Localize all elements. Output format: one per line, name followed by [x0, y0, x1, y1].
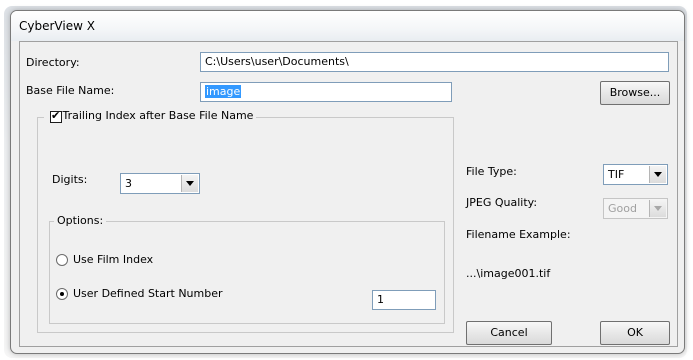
file-type-label: File Type: [466, 165, 517, 178]
filename-example-value: ...\image001.tif [466, 267, 551, 280]
chevron-down-icon[interactable] [649, 166, 666, 183]
trailing-index-label: Trailing Index after Base File Name [62, 109, 254, 122]
base-file-name-label: Base File Name: [26, 84, 115, 97]
cancel-button[interactable]: Cancel [466, 321, 552, 345]
filename-example-label: Filename Example: [466, 228, 571, 241]
directory-value: C:\Users\user\Documents\ [205, 55, 349, 68]
dialog-window: CyberView X Directory: C:\Users\user\Doc… [10, 10, 685, 354]
jpeg-quality-value: Good [608, 202, 637, 215]
title-bar: CyberView X [11, 11, 684, 41]
start-number-value: 1 [377, 293, 384, 306]
options-legend: Options: [54, 214, 107, 227]
chevron-down-icon [649, 200, 666, 217]
trailing-index-checkbox[interactable] [50, 109, 62, 123]
use-film-index-radio[interactable] [56, 254, 68, 266]
directory-label: Directory: [26, 56, 80, 69]
digits-label: Digits: [52, 173, 88, 186]
directory-field[interactable]: C:\Users\user\Documents\ [200, 52, 669, 72]
chevron-down-icon[interactable] [181, 175, 198, 192]
start-number-field[interactable]: 1 [372, 290, 436, 310]
user-defined-start-radio[interactable] [56, 288, 68, 300]
base-file-name-field[interactable]: image [200, 82, 452, 102]
user-defined-start-label: User Defined Start Number [73, 287, 223, 300]
ok-button[interactable]: OK [600, 321, 670, 345]
base-file-name-value: image [205, 85, 242, 98]
dialog-body: Directory: C:\Users\user\Documents\ Base… [19, 41, 678, 347]
browse-button[interactable]: Browse... [600, 81, 670, 105]
jpeg-quality-label: JPEG Quality: [466, 196, 538, 209]
use-film-index-label: Use Film Index [73, 253, 154, 266]
jpeg-quality-dropdown: Good [603, 198, 668, 219]
digits-dropdown[interactable]: 3 [120, 173, 200, 194]
trailing-index-legend: Trailing Index after Base File Name [44, 109, 257, 123]
digits-value: 3 [125, 177, 132, 190]
file-type-dropdown[interactable]: TIF [603, 164, 668, 185]
window-title: CyberView X [19, 19, 95, 33]
file-type-value: TIF [608, 168, 625, 181]
